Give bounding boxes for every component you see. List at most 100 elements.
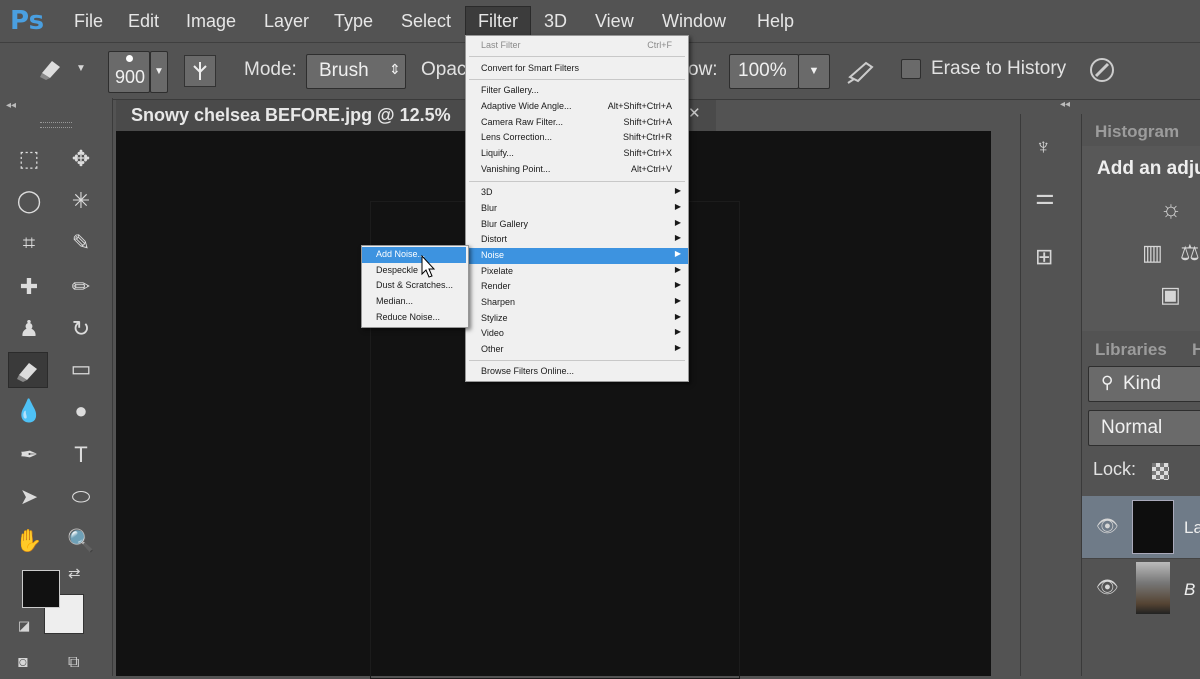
second-tab[interactable]: H (1192, 340, 1200, 360)
background-visibility-icon[interactable]: 👁 (1096, 577, 1119, 598)
menu-item-3d[interactable]: 3D ▶ (466, 185, 688, 201)
eraser-tool-preset-icon[interactable] (36, 53, 68, 83)
lock-transparency-icon[interactable] (1152, 463, 1169, 480)
menu-item-last-filter[interactable]: Last Filter Ctrl+F (466, 38, 688, 54)
flow-input[interactable]: 100% (729, 54, 799, 89)
hand-tool-icon[interactable]: ✋ (10, 524, 48, 558)
menu-item-sharpen[interactable]: Sharpen ▶ (466, 295, 688, 311)
updown-icon: ⇕ (389, 61, 401, 77)
ellipse-tool-icon[interactable]: ⬭ (62, 480, 100, 514)
background-thumbnail (1136, 562, 1170, 614)
flow-value: 100% (738, 60, 787, 81)
libraries-tab[interactable]: Libraries (1095, 340, 1167, 360)
healing-tool-icon[interactable]: ✚ (10, 270, 48, 304)
lasso-tool-icon[interactable]: ◯ (10, 184, 48, 218)
menu-window[interactable]: Window (654, 9, 734, 34)
clone-source-icon[interactable]: ⊞ (1035, 244, 1053, 270)
default-colors-icon[interactable]: ◪ (18, 618, 30, 634)
menu-item-video[interactable]: Video ▶ (466, 326, 688, 342)
path-selection-tool-icon[interactable]: ➤ (10, 480, 48, 514)
history-brush-tool-icon[interactable]: ↻ (62, 312, 100, 346)
menu-item-add-noise[interactable]: Add Noise... (362, 247, 466, 263)
grip-icon[interactable] (40, 122, 72, 128)
menu-item-pixelate[interactable]: Pixelate ▶ (466, 264, 688, 280)
noise-submenu: Add Noise... Despeckle Dust & Scratches.… (361, 245, 469, 328)
dodge-tool-icon[interactable]: ● (62, 394, 100, 428)
menu-3d[interactable]: 3D (536, 9, 575, 34)
close-icon[interactable]: ✕ (688, 104, 701, 122)
menu-layer[interactable]: Layer (256, 9, 317, 34)
menu-help[interactable]: Help (749, 9, 802, 34)
move-tool-icon[interactable]: ✥ (62, 142, 100, 176)
quick-mask-icon[interactable]: ◙ (18, 654, 28, 672)
menu-item-liquify[interactable]: Liquify... Shift+Ctrl+X (466, 146, 688, 162)
menu-item-reduce-noise[interactable]: Reduce Noise... (362, 310, 466, 326)
crop-tool-icon[interactable]: ⌗ (10, 226, 48, 260)
menu-image[interactable]: Image (178, 9, 244, 34)
erase-history-checkbox[interactable] (901, 59, 921, 79)
magic-wand-tool-icon[interactable]: ✳ (62, 184, 100, 218)
menu-item-camera-raw[interactable]: Camera Raw Filter... Shift+Ctrl+A (466, 115, 688, 131)
opacity-label: Opac (421, 59, 467, 80)
mode-value: Brush (319, 60, 369, 81)
layer-visibility-icon[interactable]: 👁 (1096, 516, 1119, 537)
menu-item-median[interactable]: Median... (362, 294, 466, 310)
blend-mode-select[interactable]: Normal (1088, 410, 1200, 446)
menu-item-blur[interactable]: Blur ▶ (466, 201, 688, 217)
airbrush-icon[interactable] (846, 57, 876, 85)
menu-item-dust-scratches[interactable]: Dust & Scratches... (362, 278, 466, 294)
brightness-icon[interactable]: ☼ (1160, 196, 1182, 224)
eyedropper-tool-icon[interactable]: ✎ (62, 226, 100, 260)
menu-item-render[interactable]: Render ▶ (466, 279, 688, 295)
gradient-tool-icon[interactable]: ▭ (62, 352, 100, 386)
menu-item-adaptive-wide-angle[interactable]: Adaptive Wide Angle... Alt+Shift+Ctrl+A (466, 99, 688, 115)
preset-dropdown-icon[interactable]: ▼ (76, 63, 86, 74)
pressure-size-icon[interactable] (1087, 55, 1117, 85)
menu-item-distort[interactable]: Distort ▶ (466, 232, 688, 248)
type-tool-icon[interactable]: T (62, 438, 100, 472)
brush-dropdown-icon[interactable]: ▼ (150, 51, 168, 93)
menu-filter[interactable]: Filter (465, 6, 531, 37)
marquee-tool-icon[interactable]: ⬚ (10, 142, 48, 176)
foreground-color-swatch[interactable] (22, 570, 60, 608)
menu-item-convert-smart[interactable]: Convert for Smart Filters (466, 61, 688, 77)
menu-item-other[interactable]: Other ▶ (466, 342, 688, 358)
menu-item-noise[interactable]: Noise ▶ (466, 248, 688, 264)
brush-size-picker[interactable]: 900 (108, 51, 150, 93)
adjust-sliders-icon[interactable]: ⚌ (1035, 184, 1055, 210)
swap-colors-icon[interactable]: ⇄ (68, 564, 81, 582)
flow-dropdown-icon[interactable]: ▼ (798, 54, 830, 89)
brush-panel-toggle-icon[interactable] (184, 55, 216, 87)
zoom-tool-icon[interactable]: 🔍 (62, 524, 100, 558)
mode-select[interactable]: Brush ⇕ (306, 54, 406, 89)
histogram-tab[interactable]: Histogram (1095, 122, 1179, 142)
layer-thumbnail (1132, 500, 1174, 554)
collapse-icon[interactable]: ◂◂ (6, 100, 16, 111)
collapse-panels-icon[interactable]: ◂◂ (1060, 99, 1070, 110)
menu-select[interactable]: Select (393, 9, 459, 34)
layer-filter-kind[interactable]: ⚲ Kind (1088, 366, 1200, 402)
panel-dock-icons: ♆ ⚌ ⊞ (1020, 114, 1082, 676)
menu-type[interactable]: Type (326, 9, 381, 34)
menu-edit[interactable]: Edit (120, 9, 167, 34)
vibrance-icon[interactable]: ▣ (1160, 282, 1181, 308)
menu-item-filter-gallery[interactable]: Filter Gallery... (466, 83, 688, 99)
menu-item-stylize[interactable]: Stylize ▶ (466, 311, 688, 327)
brush-tool-icon[interactable]: ✏ (62, 270, 100, 304)
blur-tool-icon[interactable]: 💧 (10, 394, 48, 428)
eraser-tool-icon[interactable] (8, 352, 48, 388)
menu-view[interactable]: View (587, 9, 642, 34)
menu-file[interactable]: File (66, 9, 111, 34)
layer-name: La (1184, 518, 1200, 537)
menu-item-despeckle[interactable]: Despeckle (362, 263, 466, 279)
balance-icon[interactable]: ⚖ (1180, 240, 1200, 266)
brush-presets-icon[interactable]: ♆ (1035, 134, 1052, 160)
menu-item-browse-online[interactable]: Browse Filters Online... (466, 364, 688, 380)
menu-item-lens-correction[interactable]: Lens Correction... Shift+Ctrl+R (466, 130, 688, 146)
screen-mode-icon[interactable]: ⧉ (68, 654, 79, 672)
menu-item-vanishing-point[interactable]: Vanishing Point... Alt+Ctrl+V (466, 162, 688, 178)
stamp-tool-icon[interactable]: ♟ (10, 312, 48, 346)
levels-icon[interactable]: ▥ (1142, 240, 1163, 266)
menu-item-blur-gallery[interactable]: Blur Gallery ▶ (466, 217, 688, 233)
pen-tool-icon[interactable]: ✒ (10, 438, 48, 472)
